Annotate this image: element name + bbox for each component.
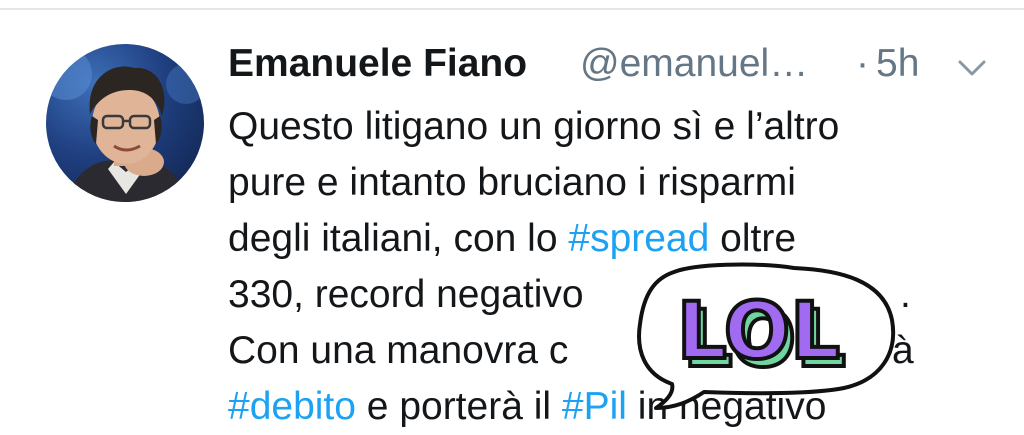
top-divider: [0, 8, 1024, 10]
lol-sticker: LOL LOL: [637, 262, 896, 410]
avatar-photo: [46, 48, 204, 202]
tweet-line-2: pure e intanto bruciano i risparmi: [228, 161, 796, 204]
tweet-line-3: degli italiani, con lo #spread oltre: [228, 217, 797, 260]
tweet-line-1: Questo litigano un giorno sì e l’altro: [228, 105, 840, 148]
tweet-timestamp[interactable]: 5h: [876, 42, 919, 86]
hashtag-spread[interactable]: #spread: [568, 217, 709, 260]
avatar[interactable]: [46, 44, 204, 202]
author-name[interactable]: Emanuele Fiano: [228, 42, 527, 86]
author-handle[interactable]: @emanuel…: [580, 42, 808, 86]
tweet-line-5: Con una manovra c à: [228, 329, 914, 372]
tweet-header: Emanuele Fiano @emanuel… · 5h: [228, 42, 1008, 90]
sticker-text: LOL: [677, 287, 840, 377]
hashtag-debito[interactable]: #debito: [228, 385, 356, 428]
chevron-down-icon[interactable]: [956, 58, 988, 80]
dot-separator: ·: [856, 42, 869, 85]
tweet-line-4: 330, record negativo .: [228, 273, 911, 316]
hashtag-pil[interactable]: #Pil: [562, 385, 627, 428]
